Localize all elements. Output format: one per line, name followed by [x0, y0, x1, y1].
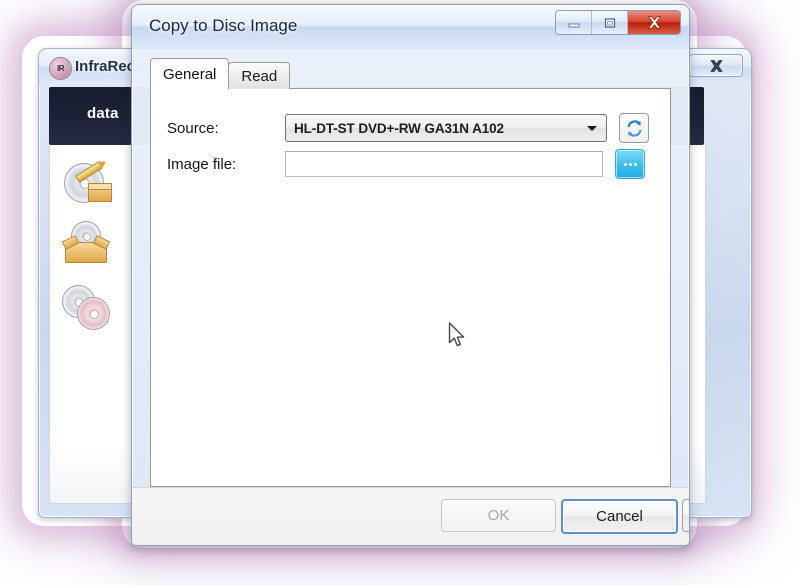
image-file-row: Image file: — [167, 149, 645, 179]
close-icon — [647, 16, 661, 29]
minimize-icon — [568, 23, 579, 27]
refresh-icon — [627, 119, 641, 137]
copy-to-disc-image-dialog: Copy to Disc Image General Read Source: … — [131, 4, 690, 546]
tab-read[interactable]: Read — [228, 62, 291, 89]
help-button[interactable]: Help — [682, 499, 689, 532]
tab-read-label: Read — [241, 67, 278, 85]
data-disc-icon — [62, 159, 114, 209]
tab-general[interactable]: General — [150, 58, 230, 89]
ok-button-label: OK — [487, 507, 510, 524]
source-combobox-value: HL-DT-ST DVD+-RW GA31N A102 — [294, 120, 504, 136]
dialog-window-controls — [555, 10, 681, 35]
refresh-devices-button[interactable] — [619, 113, 649, 143]
write-image-icon — [61, 221, 114, 271]
image-file-input[interactable] — [285, 151, 603, 177]
image-file-label: Image file: — [167, 155, 237, 173]
dialog-footer: OK Cancel Help — [132, 487, 689, 545]
close-icon — [710, 59, 722, 72]
tab-general-label: General — [163, 65, 217, 83]
dialog-tabs: General Read — [150, 58, 291, 89]
tab-panel-general: Source: HL-DT-ST DVD+-RW GA31N A102 Imag… — [150, 88, 671, 487]
close-button[interactable] — [628, 11, 680, 34]
background-window-close-button[interactable] — [689, 54, 743, 77]
cancel-button-label: Cancel — [596, 508, 643, 525]
minimize-button[interactable] — [556, 11, 592, 34]
project-name-label: data — [87, 105, 119, 122]
maximize-icon — [604, 17, 615, 28]
ok-button[interactable]: OK — [441, 499, 556, 532]
chevron-down-icon — [587, 126, 597, 131]
source-combobox[interactable]: HL-DT-ST DVD+-RW GA31N A102 — [285, 114, 607, 142]
dialog-titlebar[interactable]: Copy to Disc Image — [132, 5, 689, 49]
copy-disc-icon — [62, 283, 114, 333]
browse-image-file-button[interactable] — [615, 149, 645, 179]
cancel-button[interactable]: Cancel — [561, 499, 678, 534]
dialog-title: Copy to Disc Image — [149, 16, 298, 35]
maximize-button[interactable] — [592, 11, 628, 34]
source-row: Source: HL-DT-ST DVD+-RW GA31N A102 — [167, 113, 649, 143]
infrarecorder-icon — [49, 57, 72, 80]
source-label: Source: — [167, 119, 219, 137]
ellipsis-icon — [623, 162, 637, 166]
